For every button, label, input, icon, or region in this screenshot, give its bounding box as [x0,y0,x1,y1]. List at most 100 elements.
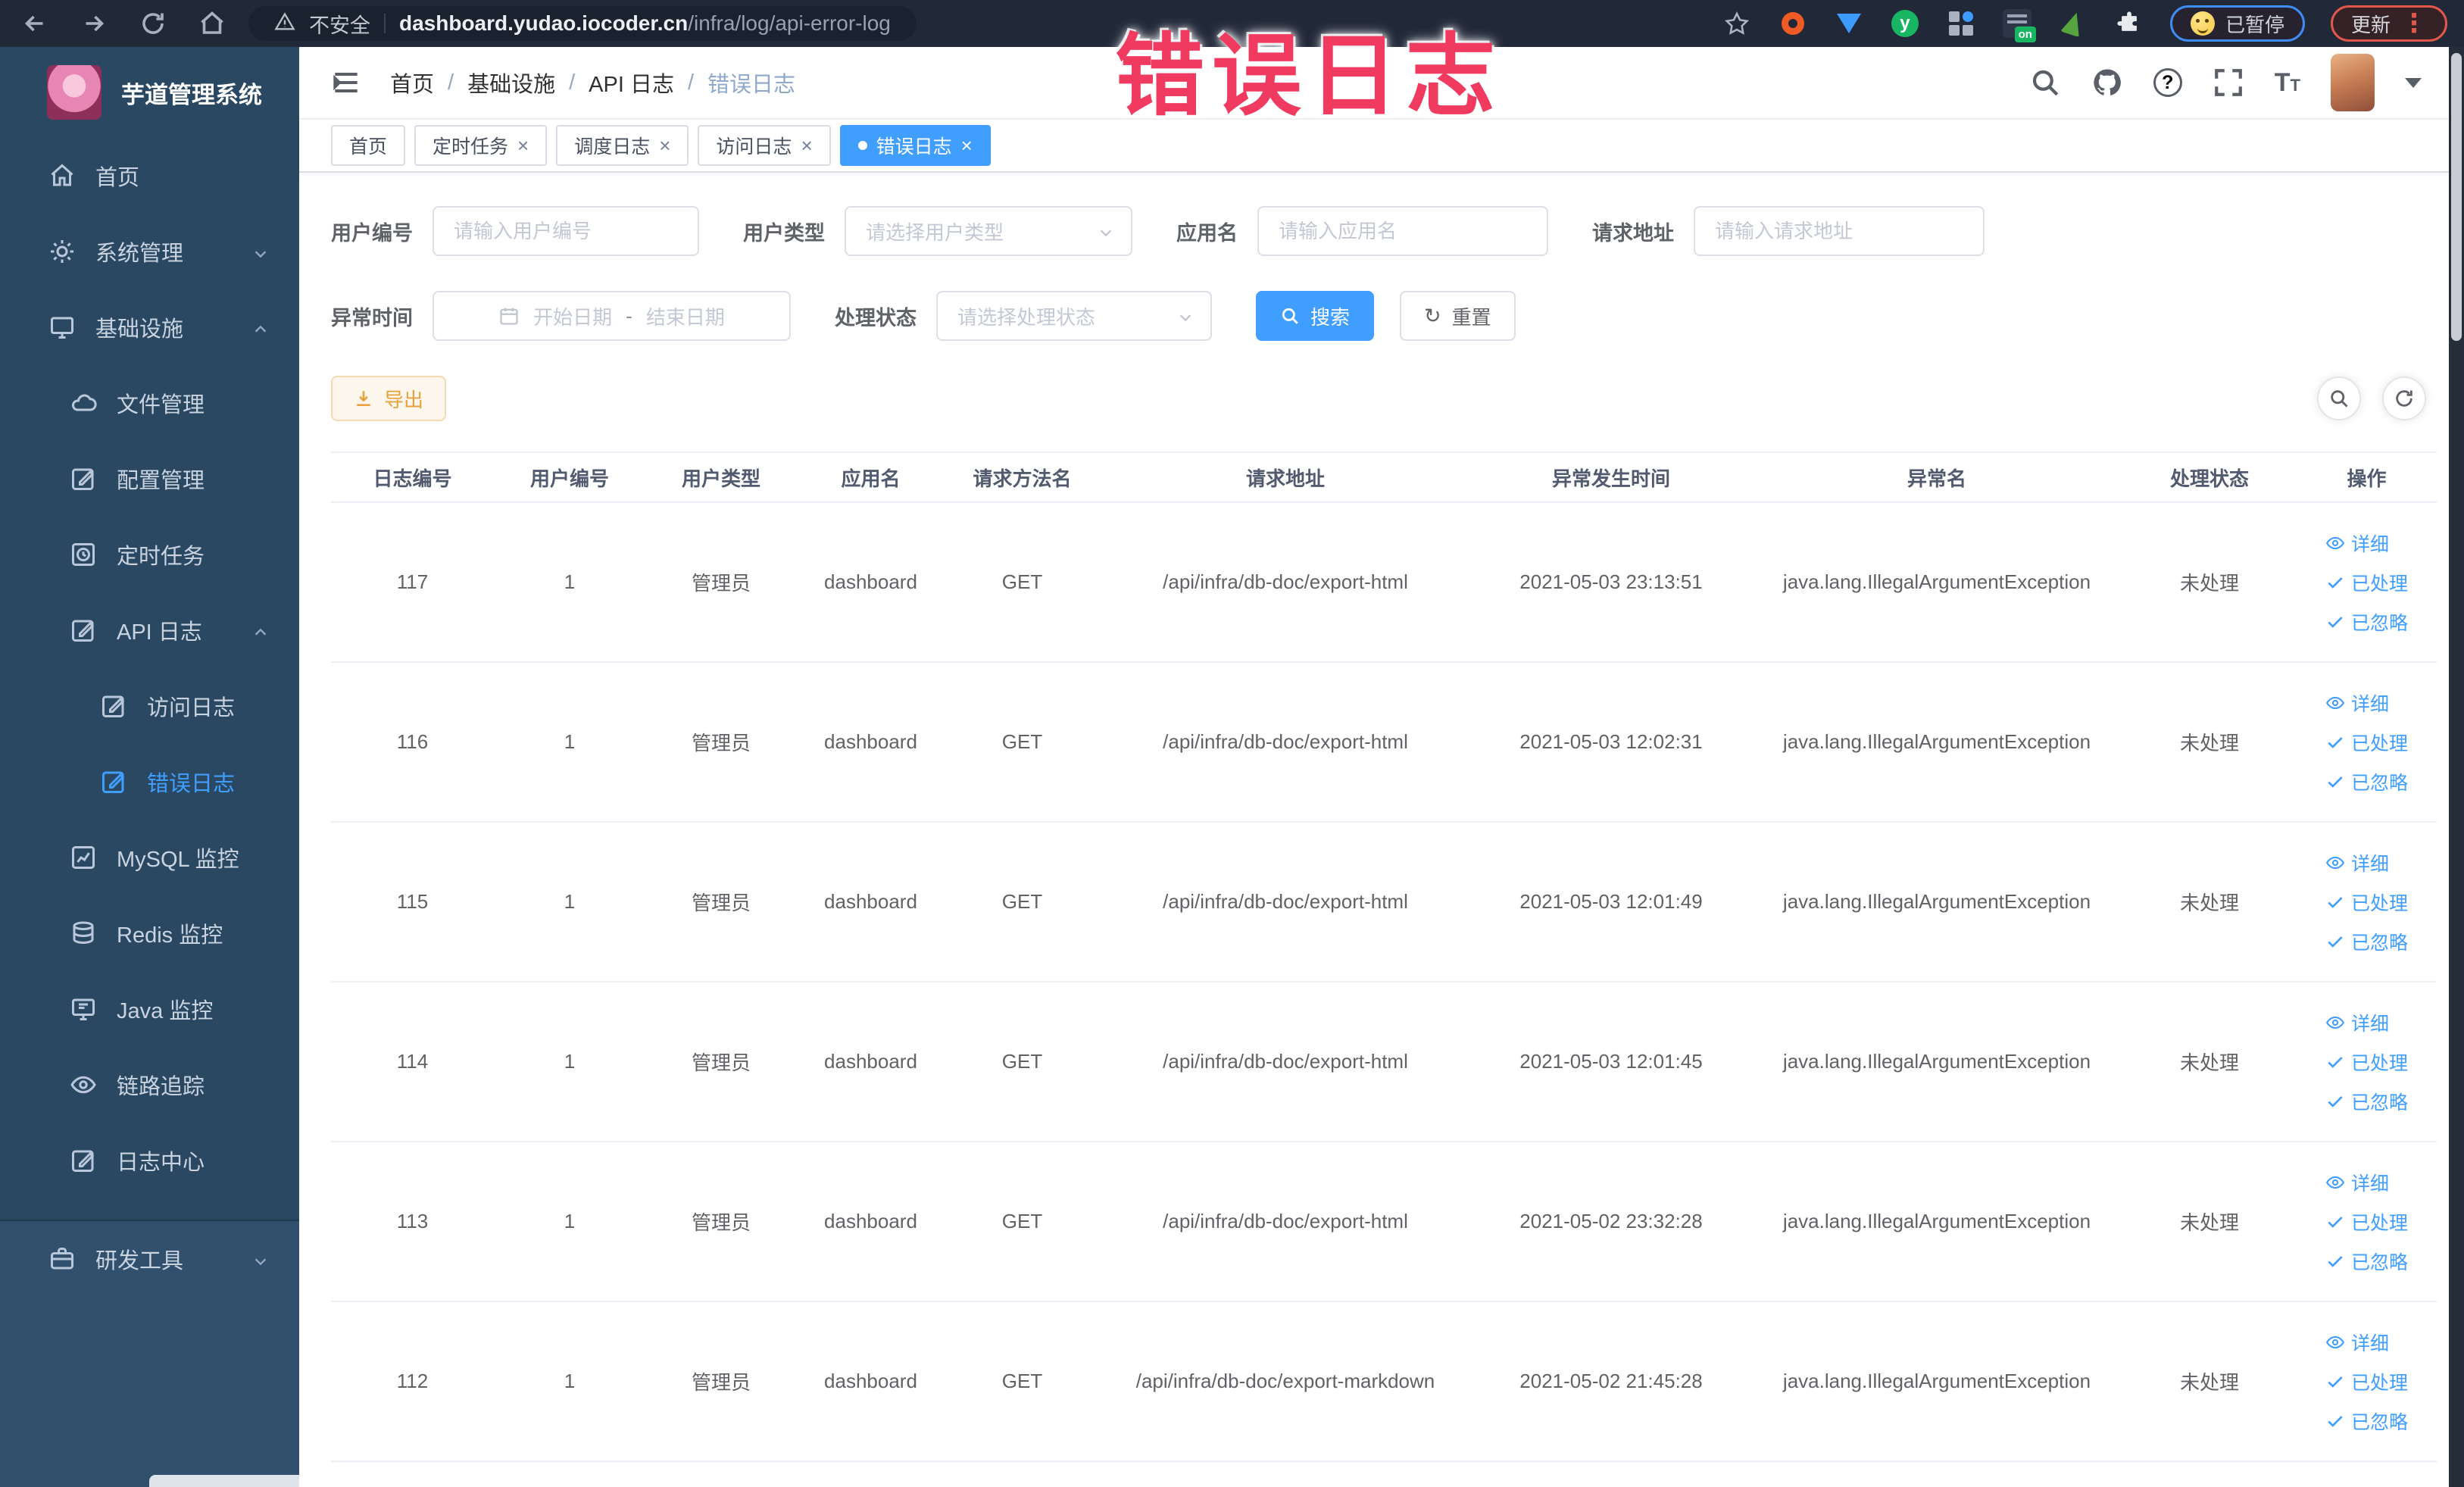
monitor-icon [48,314,76,341]
breadcrumb-item[interactable]: 首页 [390,67,434,98]
blue-extension-icon[interactable] [1834,8,1864,39]
breadcrumb-item[interactable]: API 日志 [589,67,674,98]
leaf-extension-icon[interactable] [2058,8,2088,39]
home-icon[interactable] [198,10,226,37]
app-logo-row[interactable]: 芋道管理系统 [0,47,299,138]
puzzle-extensions-icon[interactable] [2114,8,2144,39]
reload-icon[interactable] [139,10,167,37]
mark-processed-link[interactable]: 已处理 [2325,1208,2408,1236]
sidebar-item-mysql-monitor[interactable]: MySQL 监控 [0,820,299,895]
detail-link[interactable]: 详细 [2325,1169,2389,1196]
sidebar-item-api-log[interactable]: API 日志 [0,592,299,668]
reset-button[interactable]: ↻ 重置 [1400,291,1516,341]
browser-update-badge[interactable]: 更新 ⋮ [2330,5,2447,42]
github-icon[interactable] [2091,67,2123,98]
sidebar-item-infrastructure[interactable]: 基础设施 [0,289,299,365]
mark-processed-link[interactable]: 已处理 [2325,889,2408,916]
user-type-select[interactable]: 请选择用户类型 [845,206,1132,256]
tab-error-log[interactable]: 错误日志 × [839,125,991,166]
col-app-name: 应用名 [841,467,901,490]
sidebar-item-dev-tools[interactable]: 研发工具 [0,1221,299,1297]
mark-ignored-link[interactable]: 已忽略 [2325,768,2408,795]
mark-processed-link[interactable]: 已处理 [2325,729,2408,756]
not-secure-warning-icon [274,11,295,36]
detail-link[interactable]: 详细 [2325,1009,2389,1036]
sidebar-item-log-center[interactable]: 日志中心 [0,1123,299,1198]
cell-exception-name: java.lang.IllegalArgumentException [1782,890,2091,913]
col-process-status: 处理状态 [2169,467,2249,490]
orange-ring-extension-icon[interactable] [1778,8,1808,39]
app-title: 芋道管理系统 [121,81,262,108]
font-size-icon[interactable]: TT [2275,68,2300,98]
eye-icon [2325,856,2345,869]
breadcrumb-item[interactable]: 基础设施 [467,67,555,98]
grid-extension-icon[interactable] [1946,8,1976,39]
tab-schedule-log[interactable]: 调度日志 × [556,125,689,166]
start-date-placeholder: 开始日期 [533,305,613,329]
sidebar-item-scheduled-tasks[interactable]: 定时任务 [0,517,299,592]
sidebar-item-config-management[interactable]: 配置管理 [0,441,299,517]
sidebar-item-java-monitor[interactable]: Java 监控 [0,971,299,1047]
refresh-table-button[interactable] [2382,376,2426,420]
help-icon[interactable]: ? [2153,68,2182,97]
mark-processed-link[interactable]: 已处理 [2325,1048,2408,1076]
sidebar-item-error-log[interactable]: 错误日志 [0,744,299,820]
mark-ignored-link[interactable]: 已忽略 [2325,1407,2408,1435]
request-url-input[interactable] [1694,206,1985,256]
close-icon[interactable]: × [517,136,529,155]
refresh-icon: ↻ [1424,304,1441,327]
user-avatar[interactable] [2331,54,2375,111]
sidebar-item-access-log[interactable]: 访问日志 [0,668,299,744]
green-y-extension-icon[interactable]: y [1890,8,1920,39]
tab-label: 访问日志 [716,136,792,158]
mark-ignored-link[interactable]: 已忽略 [2325,608,2408,636]
browser-nav [0,10,248,37]
detail-link[interactable]: 详细 [2325,849,2389,876]
detail-link[interactable]: 详细 [2325,530,2389,557]
date-range-picker[interactable]: 开始日期 - 结束日期 [433,291,791,341]
process-status-select[interactable]: 请选择处理状态 [936,291,1212,341]
tab-scheduled-tasks[interactable]: 定时任务 × [414,125,548,166]
search-button[interactable]: 搜索 [1256,291,1375,341]
tab-home[interactable]: 首页 [331,125,406,166]
mark-ignored-link[interactable]: 已忽略 [2325,928,2408,955]
sidebar-item-label: API 日志 [117,620,202,645]
page-scrollbar[interactable] [2449,47,2464,1487]
sidebar-scrollbar[interactable] [149,1475,299,1487]
sidebar-item-redis-monitor[interactable]: Redis 监控 [0,895,299,971]
profile-paused-badge[interactable]: 已暂停 [2169,5,2305,42]
sidebar-item-home[interactable]: 首页 [0,138,299,214]
close-icon[interactable]: × [961,136,973,155]
address-bar[interactable]: 不安全 dashboard.yudao.iocoder.cn/infra/log… [248,6,917,41]
scrollbar-thumb[interactable] [2451,53,2462,341]
close-icon[interactable]: × [801,136,812,155]
detail-link[interactable]: 详细 [2325,689,2389,717]
mark-processed-link[interactable]: 已处理 [2325,569,2408,596]
back-icon[interactable] [21,10,48,37]
user-id-input[interactable] [433,206,699,256]
hamburger-icon[interactable] [329,66,363,99]
cell-request-url: /api/infra/db-doc/export-html [1163,730,1408,753]
on-switch-extension-icon[interactable] [2002,8,2036,42]
fullscreen-icon[interactable] [2213,67,2244,98]
mark-ignored-link[interactable]: 已忽略 [2325,1248,2408,1275]
sidebar-item-system-management[interactable]: 系统管理 [0,214,299,289]
toggle-search-button[interactable] [2317,376,2361,420]
cell-app-name: dashboard [824,890,917,913]
avatar-caret-icon[interactable] [2405,77,2422,88]
bookmark-star-icon[interactable] [1722,8,1752,39]
search-icon[interactable] [2029,67,2061,98]
detail-link[interactable]: 详细 [2325,1329,2389,1356]
export-button[interactable]: 导出 [331,376,447,421]
cell-app-name: dashboard [824,1210,917,1232]
mark-processed-link[interactable]: 已处理 [2325,1368,2408,1395]
sidebar-item-trace[interactable]: 链路追踪 [0,1047,299,1123]
sidebar-item-file-management[interactable]: 文件管理 [0,365,299,441]
browser-menu-icon[interactable]: ⋮ [2401,11,2427,36]
close-icon[interactable]: × [659,136,670,155]
tab-access-log[interactable]: 访问日志 × [698,125,831,166]
mark-ignored-link[interactable]: 已忽略 [2325,1088,2408,1115]
forward-icon[interactable] [80,10,108,37]
cell-user-id: 1 [564,730,576,753]
app-name-input[interactable] [1257,206,1548,256]
